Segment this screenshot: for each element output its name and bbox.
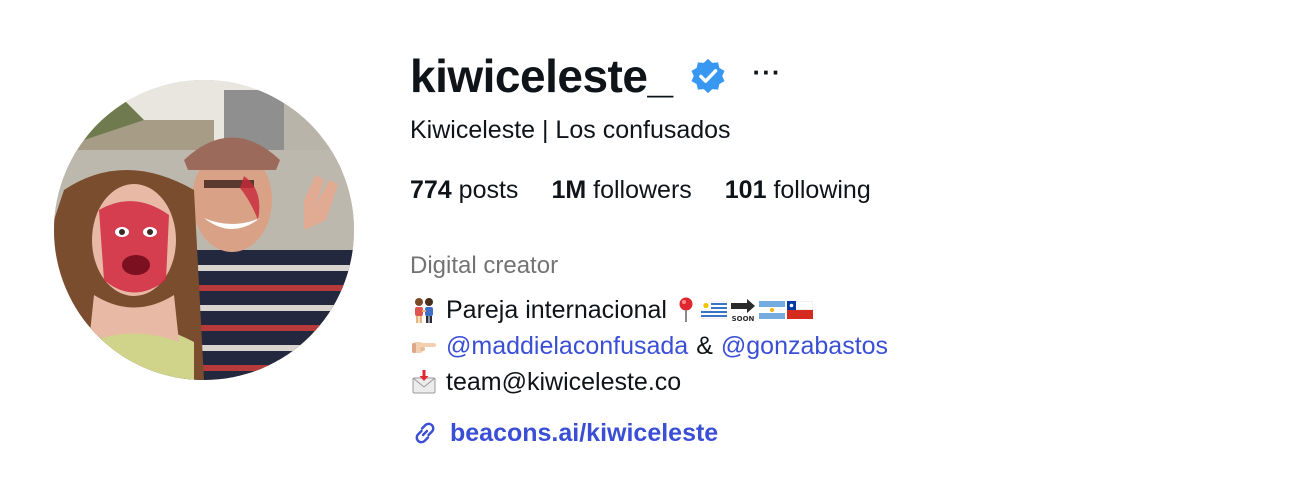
profile-stats: 774 posts 1M followers 101 following — [410, 173, 904, 207]
bio-email: team@kiwiceleste.co — [446, 368, 682, 396]
profile-info: kiwiceleste_ ··· Kiwiceleste | Los confu… — [410, 0, 1250, 482]
envelope-icon — [410, 368, 438, 396]
svg-text:SOON: SOON — [732, 315, 755, 323]
pin-icon — [675, 296, 697, 324]
profile-header: kiwiceleste_ ··· Kiwiceleste | Los confu… — [0, 0, 1290, 482]
posts-count: 774 — [410, 176, 452, 204]
category-label: Digital creator — [410, 252, 559, 279]
couple-icon — [410, 296, 438, 324]
posts-stat[interactable]: 774 posts — [410, 173, 518, 207]
more-options-button[interactable]: ··· — [749, 56, 786, 88]
followers-count: 1M — [551, 176, 587, 204]
bio-ampersand: & — [696, 332, 713, 360]
username-row: kiwiceleste_ ··· — [410, 44, 786, 108]
full-name: Kiwiceleste | Los confusados — [410, 116, 731, 144]
pointing-hand-icon — [410, 332, 438, 360]
mention-maddielaconfusada[interactable]: @maddielaconfusada — [446, 328, 688, 364]
followers-label: followers — [593, 176, 692, 204]
bio-line-3: team@kiwiceleste.co — [410, 364, 888, 400]
username[interactable]: kiwiceleste_ — [410, 46, 673, 106]
bio-emoji-sequence: SOON — [675, 296, 815, 324]
following-stat[interactable]: 101 following — [725, 173, 871, 207]
avatar-photo-icon — [54, 80, 354, 380]
argentina-flag-icon — [758, 301, 785, 319]
uruguay-flag-icon — [700, 301, 727, 319]
link-icon — [410, 418, 440, 448]
following-count: 101 — [724, 176, 767, 204]
verified-badge-icon — [689, 57, 727, 95]
external-link-text: beacons.ai/kiwiceleste — [450, 419, 719, 447]
posts-label: posts — [458, 176, 519, 204]
profile-avatar[interactable] — [54, 80, 354, 380]
soon-arrow-icon: SOON — [729, 297, 757, 323]
bio: Pareja internacional SOON @maddielaconfu… — [410, 292, 888, 400]
bio-line-2: @maddielaconfusada & @gonzabastos — [410, 328, 888, 364]
bio-text-line-1: Pareja internacional — [446, 296, 667, 324]
external-link[interactable]: beacons.ai/kiwiceleste — [410, 416, 718, 450]
following-label: following — [773, 176, 871, 204]
bio-line-1: Pareja internacional SOON — [410, 292, 888, 328]
chile-flag-icon — [786, 301, 813, 319]
mention-gonzabastos[interactable]: @gonzabastos — [721, 328, 888, 364]
followers-stat[interactable]: 1M followers — [551, 173, 691, 207]
